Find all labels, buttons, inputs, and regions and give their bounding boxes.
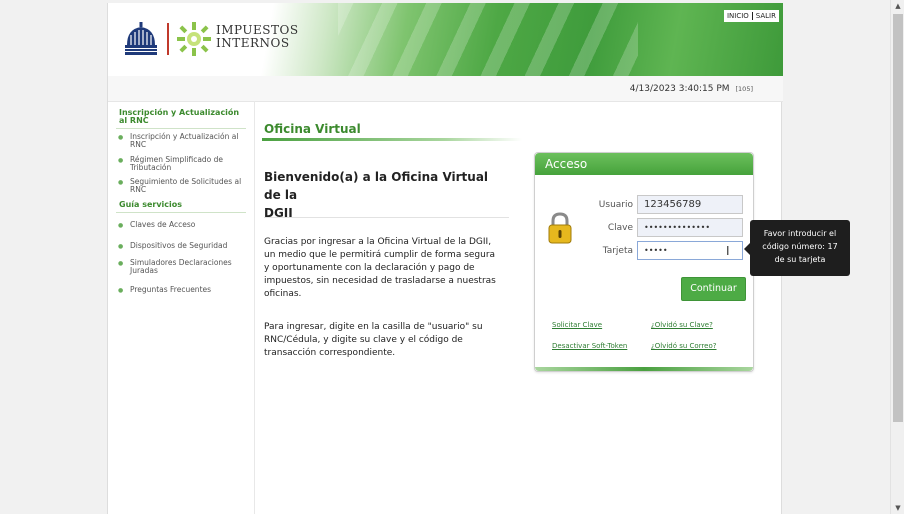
datetime-display: 4/13/2023 3:40:15 PM [105] bbox=[630, 84, 753, 94]
intro-paragraph: Gracias por ingresar a la Oficina Virtua… bbox=[264, 236, 509, 301]
clave-label: Clave bbox=[607, 223, 633, 233]
vertical-scrollbar[interactable]: ▲ ▼ bbox=[890, 0, 904, 514]
instructions-line: RNC/Cédula, y digite su clave y el códig… bbox=[264, 335, 463, 345]
bullet-icon: ● bbox=[118, 157, 124, 164]
intro-line: oficinas. bbox=[264, 289, 302, 299]
sidebar-divider bbox=[116, 212, 246, 213]
sidebar-item-seguimiento[interactable]: ● Seguimiento de Solicitudes al RNC bbox=[118, 178, 243, 194]
datetime-text: 4/13/2023 3:40:15 PM bbox=[629, 84, 730, 94]
page-container: IMPUESTOS INTERNOS INICIO SALIR 4/13/2023… bbox=[107, 3, 783, 514]
instructions-line: Para ingresar, digite en la casilla de "… bbox=[264, 322, 483, 332]
welcome-divider bbox=[264, 217, 509, 218]
sidebar: Inscripción y Actualización al RNC ● Ins… bbox=[108, 101, 255, 514]
dgii-burst-icon bbox=[177, 22, 211, 56]
welcome-heading: Bienvenido(a) a la Oficina Virtual de la… bbox=[264, 168, 504, 222]
logo-divider bbox=[167, 23, 169, 55]
sidebar-item-label: Claves de Acceso bbox=[130, 220, 196, 229]
sidebar-item-label: Tributación bbox=[130, 163, 172, 172]
desactivar-soft-token-link[interactable]: Desactivar Soft-Token bbox=[552, 342, 627, 350]
scrollbar-thumb[interactable] bbox=[893, 14, 903, 422]
instructions-line: transacción correspondiente. bbox=[264, 348, 396, 358]
solicitar-clave-link[interactable]: Solicitar Clave bbox=[552, 321, 602, 329]
sidebar-item-preguntas[interactable]: ● Preguntas Frecuentes bbox=[118, 285, 243, 295]
sidebar-item-label: Inscripción y Actualización al bbox=[130, 132, 239, 141]
welcome-line2: DGII bbox=[264, 206, 293, 220]
sidebar-item-label: RNC bbox=[130, 140, 147, 149]
tarjeta-label: Tarjeta bbox=[602, 246, 633, 256]
clave-input[interactable]: •••••••••••••• bbox=[637, 218, 743, 237]
bullet-icon: ● bbox=[118, 243, 124, 250]
sidebar-item-label: Seguimiento de Solicitudes al bbox=[130, 177, 242, 186]
welcome-line1: Bienvenido(a) a la Oficina Virtual de la bbox=[264, 170, 489, 202]
intro-line: un medio que le permitirá cumplir de for… bbox=[264, 250, 496, 260]
usuario-input[interactable]: 123456789 bbox=[637, 195, 743, 214]
bullet-icon: ● bbox=[118, 222, 124, 229]
bullet-icon: ● bbox=[118, 179, 124, 186]
title-underline bbox=[262, 138, 522, 141]
logo-wordmark: IMPUESTOS INTERNOS bbox=[216, 24, 299, 50]
intro-line: impuestos, sin necesidad de trasladarse … bbox=[264, 276, 496, 286]
salir-link[interactable]: SALIR bbox=[756, 12, 776, 20]
info-bar: 4/13/2023 3:40:15 PM [105] bbox=[108, 76, 783, 102]
bullet-icon: ● bbox=[118, 287, 124, 294]
sidebar-section-guia-title: Guía servicios bbox=[119, 200, 183, 209]
scroll-down-arrow-icon[interactable]: ▼ bbox=[891, 504, 904, 512]
intro-line: Gracias por ingresar a la Oficina Virtua… bbox=[264, 237, 492, 247]
olvido-correo-link[interactable]: ¿Olvidó su Correo? bbox=[651, 342, 716, 350]
tooltip-line1: Favor introducir el bbox=[763, 229, 837, 238]
intro-line: y oportunamente con la declaración y pag… bbox=[264, 263, 475, 273]
sidebar-item-label: Preguntas Frecuentes bbox=[130, 285, 212, 294]
login-panel-title: Acceso bbox=[535, 153, 753, 175]
session-code: [105] bbox=[735, 85, 753, 93]
text-cursor-icon: I bbox=[726, 244, 730, 258]
login-panel-bottom-strip bbox=[535, 367, 753, 371]
sidebar-item-label: Juradas bbox=[130, 266, 158, 275]
header-stripes bbox=[338, 3, 638, 76]
sidebar-divider bbox=[116, 128, 246, 129]
instructions-paragraph: Para ingresar, digite en la casilla de "… bbox=[264, 321, 509, 360]
top-links-separator bbox=[751, 12, 753, 20]
sidebar-item-dispositivos[interactable]: ● Dispositivos de Seguridad bbox=[118, 241, 243, 251]
sidebar-item-claves[interactable]: ● Claves de Acceso bbox=[118, 220, 243, 230]
sidebar-item-simuladores[interactable]: ● Simuladores Declaraciones Juradas bbox=[118, 259, 243, 275]
tooltip-line2: código número: 17 bbox=[762, 242, 838, 251]
olvido-clave-link[interactable]: ¿Olvidó su Clave? bbox=[651, 321, 713, 329]
sidebar-section-rnc-title: Inscripción y Actualización al RNC bbox=[119, 109, 239, 125]
tooltip-line3: de su tarjeta bbox=[774, 255, 826, 264]
logo-line2: INTERNOS bbox=[216, 36, 290, 50]
tarjeta-tooltip: Favor introducir el código número: 17 de… bbox=[750, 220, 850, 276]
site-header: IMPUESTOS INTERNOS INICIO SALIR bbox=[108, 3, 783, 76]
bullet-icon: ● bbox=[118, 134, 124, 141]
sidebar-item-regimen[interactable]: ● Régimen Simplificado de Tributación bbox=[118, 156, 243, 172]
login-panel: Acceso Usuario 123456789 Clave •••••••••… bbox=[534, 152, 754, 372]
page-title: Oficina Virtual bbox=[264, 122, 361, 136]
sidebar-section-rnc-title-line2: al RNC bbox=[119, 116, 149, 125]
sidebar-item-label: RNC bbox=[130, 185, 147, 194]
sidebar-item-label: Dispositivos de Seguridad bbox=[130, 241, 228, 250]
sidebar-item-inscripcion[interactable]: ● Inscripción y Actualización al RNC bbox=[118, 133, 243, 149]
top-links: INICIO SALIR bbox=[723, 10, 779, 22]
usuario-label: Usuario bbox=[598, 200, 633, 210]
national-seal-icon bbox=[125, 22, 157, 55]
scroll-up-arrow-icon[interactable]: ▲ bbox=[891, 2, 904, 10]
bullet-icon: ● bbox=[118, 260, 124, 267]
inicio-link[interactable]: INICIO bbox=[727, 12, 749, 20]
continuar-button[interactable]: Continuar bbox=[681, 277, 746, 301]
